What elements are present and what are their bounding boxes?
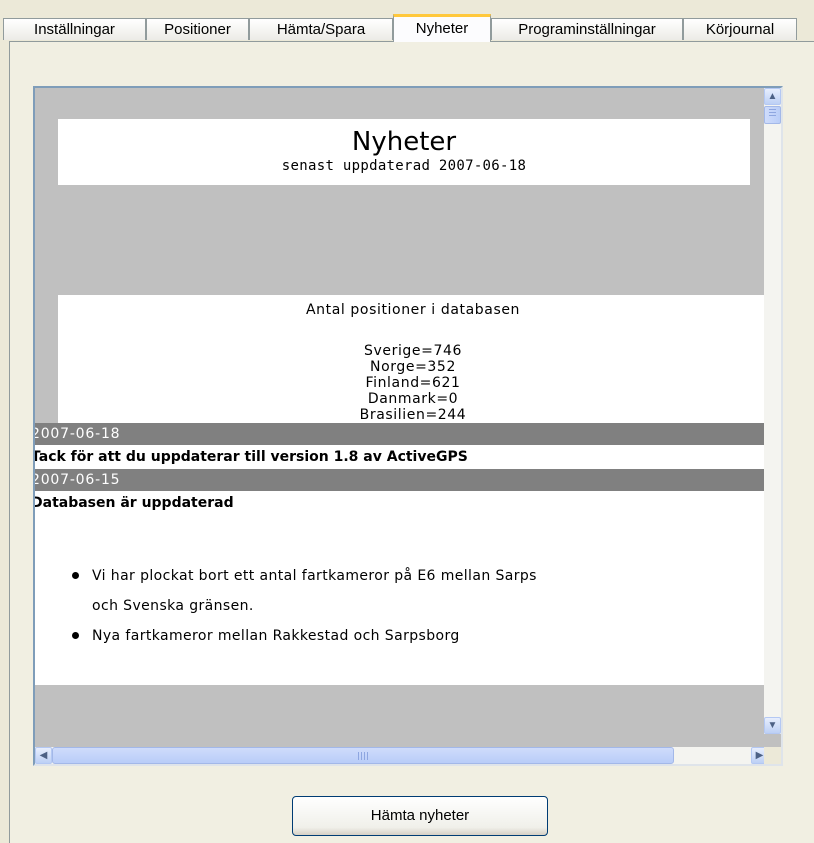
news-date: 2007-06-18 [35, 423, 768, 445]
news-headline: Tack för att du uppdaterar till version … [35, 445, 768, 469]
tab-programinstallningar[interactable]: Programinställningar [491, 18, 683, 40]
arrow-up-icon[interactable]: ▲ [764, 88, 781, 105]
tab-installningar[interactable]: Inställningar [3, 18, 146, 40]
vertical-scroll-thumb[interactable] [764, 106, 781, 124]
count-brasilien: Brasilien=244 [359, 407, 467, 423]
counts-list: Sverige=746 Norge=352 Finland=621 Danmar… [58, 337, 768, 423]
horizontal-scroll-thumb[interactable] [52, 747, 674, 764]
fetch-news-button[interactable]: Hämta nyheter [292, 796, 548, 836]
news-title: Nyheter [351, 127, 457, 157]
position-counts-section: Antal positioner i databasen Sverige=746… [58, 295, 768, 423]
list-item: Nya fartkameror mellan Rakkestad och Sar… [35, 621, 537, 651]
tab-nyheter[interactable]: Nyheter [393, 14, 491, 42]
news-body: Vi har plockat bort ett antal fartkamero… [35, 515, 768, 685]
scroll-corner [764, 747, 781, 764]
bullet-icon [72, 632, 79, 639]
count-sverige: Sverige=746 [364, 343, 462, 359]
news-viewport: Nyheter senast uppdaterad 2007-06-18 Ant… [35, 88, 768, 734]
tab-korjournal[interactable]: Körjournal [683, 18, 797, 40]
count-danmark: Danmark=0 [367, 391, 459, 407]
count-finland: Finland=621 [365, 375, 461, 391]
tab-hamta-spara[interactable]: Hämta/Spara [249, 18, 393, 40]
count-norge: Norge=352 [370, 359, 456, 375]
news-header: Nyheter senast uppdaterad 2007-06-18 [58, 119, 750, 185]
news-browser[interactable]: Nyheter senast uppdaterad 2007-06-18 Ant… [33, 86, 783, 766]
tab-strip: Inställningar Positioner Hämta/Spara Nyh… [0, 14, 814, 42]
list-item: Vi har plockat bort ett antal fartkamero… [35, 561, 537, 591]
news-date: 2007-06-15 [35, 469, 768, 491]
bullet-icon [72, 572, 79, 579]
tab-positioner[interactable]: Positioner [146, 18, 249, 40]
arrow-left-icon[interactable]: ◀ [35, 747, 52, 764]
news-updated: senast uppdaterad 2007-06-18 [281, 158, 527, 174]
bullet-list: Vi har plockat bort ett antal fartkamero… [35, 561, 537, 651]
list-item-continuation: och Svenska gränsen. [92, 598, 254, 614]
arrow-down-icon[interactable]: ▼ [764, 717, 781, 734]
news-headline: Databasen är uppdaterad [35, 491, 768, 515]
horizontal-scrollbar[interactable]: ◀ ▶ [35, 747, 768, 764]
news-content: Nyheter senast uppdaterad 2007-06-18 Ant… [35, 119, 768, 685]
count-title: Antal positioner i databasen [305, 302, 521, 318]
vertical-scrollbar[interactable]: ▲ ▼ [764, 88, 781, 734]
gray-band [58, 185, 768, 295]
